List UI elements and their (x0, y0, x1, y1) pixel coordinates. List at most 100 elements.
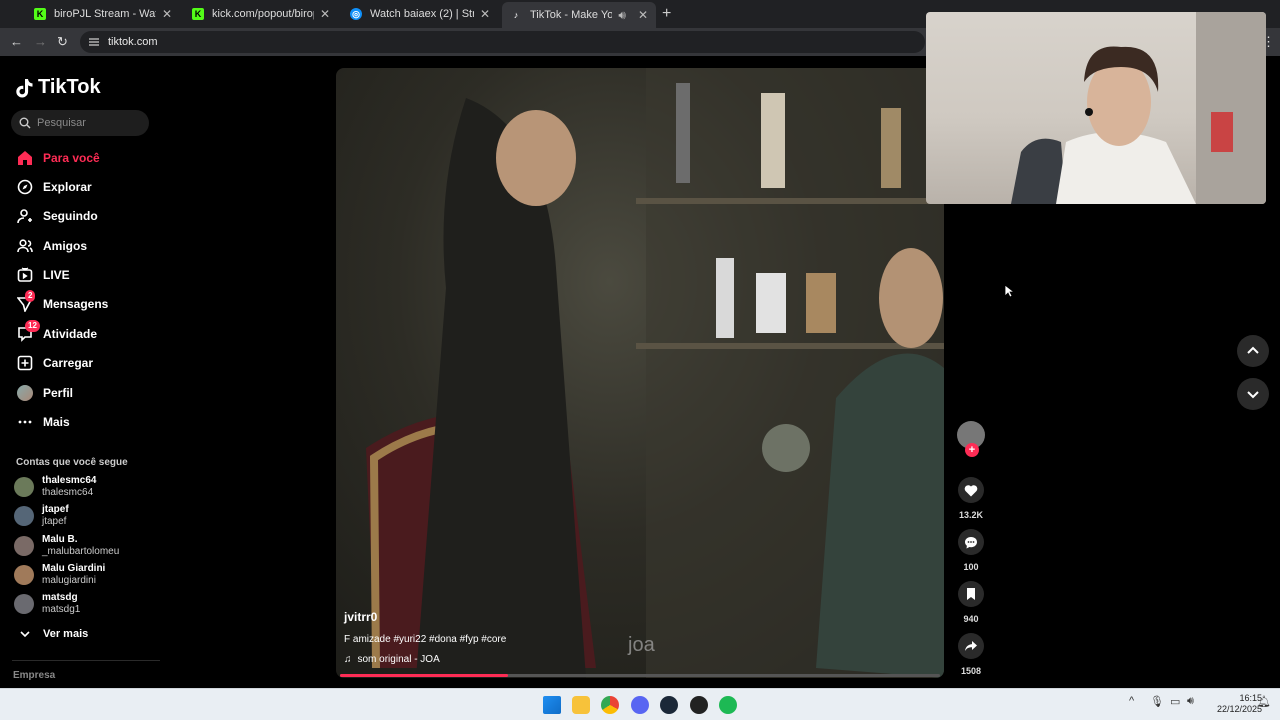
save-button[interactable] (958, 581, 984, 607)
music-note-icon: ♫ (344, 654, 352, 665)
avatar (14, 536, 34, 556)
like-count: 13.2K (958, 510, 984, 520)
mouse-cursor-icon (1004, 284, 1014, 298)
speaker-icon[interactable]: 🔊︎ (618, 8, 626, 23)
streamable-icon: ◎ (350, 8, 362, 20)
following-section-title: Contas que você segue (16, 457, 128, 468)
video-author[interactable]: jvitrr0 (344, 610, 377, 624)
browser-tab-tiktok[interactable]: ♪ TikTok - Make Your Day 🔊︎ ✕ (502, 2, 656, 28)
see-more-button[interactable]: Ver mais (16, 622, 146, 646)
comment-icon (965, 536, 977, 548)
discord-icon[interactable] (631, 696, 649, 714)
browser-tab-kick-chat[interactable]: K kick.com/popout/biropjl/chat ✕ (184, 4, 338, 24)
followed-account[interactable]: Malu B. _malubartolomeu (14, 533, 154, 559)
video-music[interactable]: ♫ som original - JOA (344, 654, 440, 665)
footer-link-empresa[interactable]: Empresa (13, 670, 55, 681)
new-tab-button[interactable]: + (662, 5, 671, 23)
avatar (14, 565, 34, 585)
network-icon[interactable]: ▭ (1170, 695, 1180, 708)
friends-icon (16, 237, 34, 255)
bookmark-icon (967, 588, 975, 600)
search-icon (19, 117, 31, 129)
previous-video-button[interactable] (1237, 335, 1269, 367)
activity-badge: 12 (25, 320, 40, 332)
tiktok-icon: ♪ (513, 10, 519, 20)
volume-icon[interactable]: 🔊︎ (1187, 695, 1194, 708)
close-tab-icon[interactable]: ✕ (320, 7, 330, 21)
avatar (14, 477, 34, 497)
avatar (14, 594, 34, 614)
comment-count: 100 (963, 562, 979, 572)
url-text: tiktok.com (108, 36, 158, 48)
like-button[interactable] (958, 477, 984, 503)
nav-atividade[interactable]: 12 Atividade (16, 320, 146, 346)
send-icon: 2 (16, 290, 36, 313)
kick-icon: K (34, 8, 46, 20)
nav-para-voce[interactable]: Para você (16, 146, 146, 170)
site-info-icon[interactable] (88, 37, 100, 47)
nav-carregar[interactable]: Carregar (16, 351, 146, 375)
back-icon[interactable]: ← (10, 34, 23, 49)
windows-taskbar: ^ 🎙︎ ▭ 🔊︎ 16:15 22/12/2025 🔔︎ (0, 688, 1280, 720)
steam-icon[interactable] (660, 696, 678, 714)
reload-icon[interactable]: ↻ (57, 34, 68, 50)
followed-account[interactable]: Malu Giardini malugiardini (14, 562, 154, 588)
chrome-icon[interactable] (601, 696, 619, 714)
chevron-down-icon (16, 625, 34, 643)
browser-tab-kick-stream[interactable]: K biroPJL Stream - Watch Live on ✕ (26, 4, 180, 24)
notification-icon[interactable]: 🔔︎ (1257, 695, 1271, 708)
nav-mais[interactable]: Mais (16, 410, 146, 434)
share-button[interactable] (958, 633, 984, 659)
compass-icon (16, 178, 34, 196)
close-tab-icon[interactable]: ✕ (638, 8, 648, 22)
more-icon (16, 413, 34, 431)
system-clock[interactable]: 16:15 22/12/2025 (1200, 693, 1262, 715)
search-input[interactable]: Pesquisar (11, 110, 149, 136)
nav-seguindo[interactable]: Seguindo (16, 204, 146, 228)
nav-mensagens[interactable]: 2 Mensagens (16, 290, 146, 316)
tiktok-logo[interactable]: TikTok (16, 76, 101, 99)
home-icon (16, 149, 34, 167)
nav-live[interactable]: LIVE (16, 263, 146, 287)
forward-icon[interactable]: → (34, 34, 47, 49)
share-icon (965, 641, 977, 651)
video-progress-bar[interactable] (340, 674, 940, 677)
tiktok-icon (16, 78, 33, 97)
webcam-feed (1011, 12, 1266, 204)
share-count: 1508 (960, 666, 982, 676)
close-tab-icon[interactable]: ✕ (480, 7, 490, 21)
webcam-overlay (926, 12, 1266, 204)
avatar (14, 506, 34, 526)
microphone-icon[interactable]: 🎙︎ (1150, 695, 1164, 708)
video-player[interactable]: joa (336, 68, 944, 678)
address-bar[interactable]: tiktok.com (80, 31, 925, 53)
video-caption: F amizade #yuri22 #dona #fyp #core (344, 634, 507, 645)
next-video-button[interactable] (1237, 378, 1269, 410)
chevron-down-icon (1247, 391, 1259, 399)
obs-icon[interactable] (690, 696, 708, 714)
nav-perfil[interactable]: Perfil (16, 381, 146, 405)
spotify-icon[interactable] (719, 696, 737, 714)
followed-account[interactable]: jtapef jtapef (14, 503, 154, 529)
browser-tab-streamable[interactable]: ◎ Watch baiaex (2) | Streamable ✕ (342, 4, 498, 24)
kick-icon: K (192, 8, 204, 20)
windows-start-icon[interactable] (543, 696, 561, 714)
followed-account[interactable]: thalesmc64 thalesmc64 (14, 474, 154, 500)
file-explorer-icon[interactable] (572, 696, 590, 714)
follow-plus-icon[interactable]: + (965, 443, 979, 457)
comment-button[interactable] (958, 529, 984, 555)
save-count: 940 (963, 614, 979, 624)
messages-badge: 2 (25, 290, 36, 302)
followed-account[interactable]: matsdg matsdg1 (14, 591, 154, 617)
nav-amigos[interactable]: Amigos (16, 234, 146, 258)
close-tab-icon[interactable]: ✕ (162, 7, 172, 21)
nav-explorar[interactable]: Explorar (16, 175, 146, 199)
upload-icon (16, 354, 34, 372)
divider (12, 660, 160, 661)
tray-chevron-icon[interactable]: ^ (1129, 695, 1134, 707)
profile-avatar-icon (16, 384, 34, 402)
video-watermark: joa (628, 634, 655, 656)
heart-icon (964, 484, 978, 496)
chevron-up-icon (1247, 346, 1259, 354)
activity-icon: 12 (16, 320, 40, 343)
